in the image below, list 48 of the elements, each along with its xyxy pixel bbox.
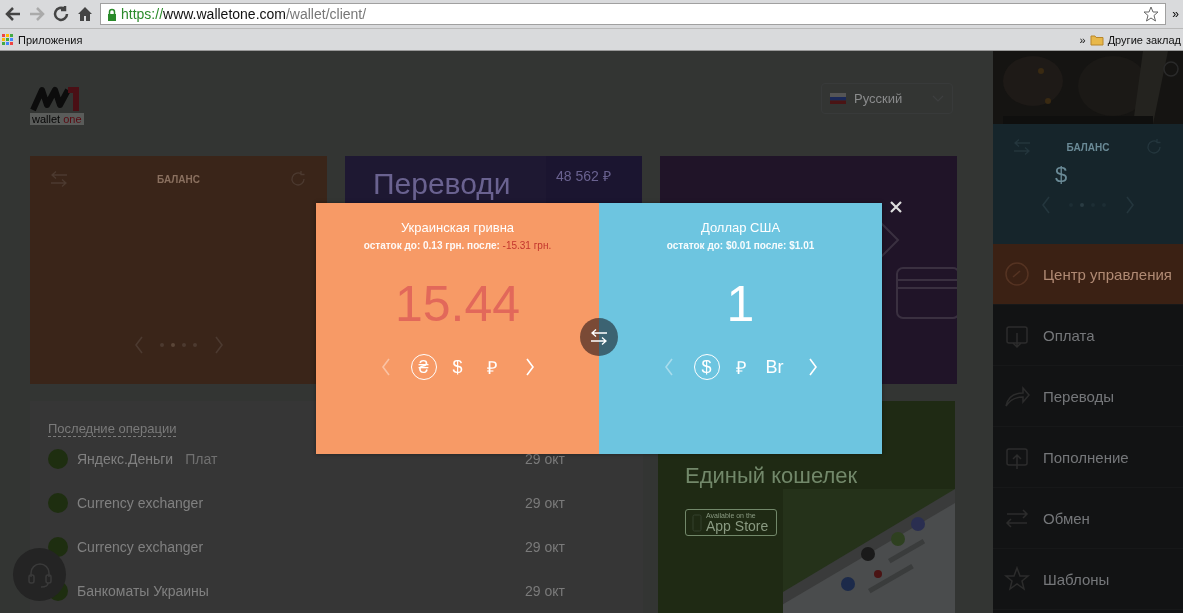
currency-name: Украинская гривна — [400, 220, 515, 235]
operation-date: 29 окт — [525, 539, 565, 555]
card-title: БАЛАНС — [157, 173, 200, 185]
currency-option[interactable]: ₽ — [727, 354, 754, 380]
card-title: Переводи — [373, 168, 511, 200]
back-icon[interactable] — [4, 5, 22, 23]
balance-text: остаток до: $0.01 после: $1.01 — [666, 240, 815, 251]
logo-icon — [30, 84, 80, 113]
banner-title: Единый кошелек — [685, 463, 858, 489]
flag-icon — [830, 93, 846, 104]
operation-name[interactable]: Currency exchanger — [77, 495, 204, 511]
currency-name: Доллар США — [700, 220, 781, 235]
forward-icon[interactable] — [28, 5, 46, 23]
bookmark-link[interactable]: Приложения — [18, 33, 83, 46]
folder-icon — [1089, 33, 1104, 46]
amount-value[interactable]: 1 — [726, 276, 755, 332]
star-icon — [1003, 565, 1031, 593]
carousel-dots[interactable] — [1067, 202, 1109, 208]
bookmarks-overflow-button[interactable]: » — [1079, 33, 1086, 46]
currency-symbol: $ — [1055, 162, 1068, 188]
section-title[interactable]: Последние операции — [48, 421, 177, 437]
logo-text: wallet one — [30, 112, 84, 125]
apps-icon[interactable] — [2, 33, 14, 46]
refresh-icon[interactable] — [289, 170, 307, 188]
operation-date: 29 окт — [525, 495, 565, 511]
lock-icon — [107, 7, 117, 21]
operation-detail: Плат — [185, 451, 218, 467]
operation-date: 29 окт — [525, 451, 565, 467]
bookmark-folder[interactable]: Другие заклад — [1107, 33, 1181, 46]
toolbar-overflow-button[interactable]: » — [1172, 7, 1179, 21]
home-icon[interactable] — [76, 5, 94, 23]
operation-name[interactable]: Яндекс.Деньги — [77, 451, 174, 467]
currency-option[interactable]: ₽ — [478, 354, 505, 380]
currency-option[interactable]: Br — [761, 354, 788, 380]
language-select[interactable]: Русский — [821, 83, 953, 114]
operation-name[interactable]: Currency exchanger — [77, 539, 204, 555]
card-title: БАЛАНС — [1066, 141, 1110, 153]
operation-date: 29 окт — [525, 583, 565, 599]
support-button[interactable] — [13, 548, 66, 601]
gauge-icon — [1003, 260, 1031, 288]
reload-icon[interactable] — [52, 5, 70, 23]
operation-name[interactable]: Банкоматы Украины — [77, 583, 209, 599]
currency-option[interactable]: $ — [444, 354, 471, 380]
address-bar[interactable]: https://www.walletone.com/wallet/client/ — [100, 3, 1167, 25]
star-icon[interactable] — [1143, 6, 1160, 22]
close-icon[interactable] — [890, 201, 902, 213]
carousel-dots[interactable] — [157, 342, 200, 348]
menu-item[interactable]: Центр управления — [993, 244, 1183, 305]
